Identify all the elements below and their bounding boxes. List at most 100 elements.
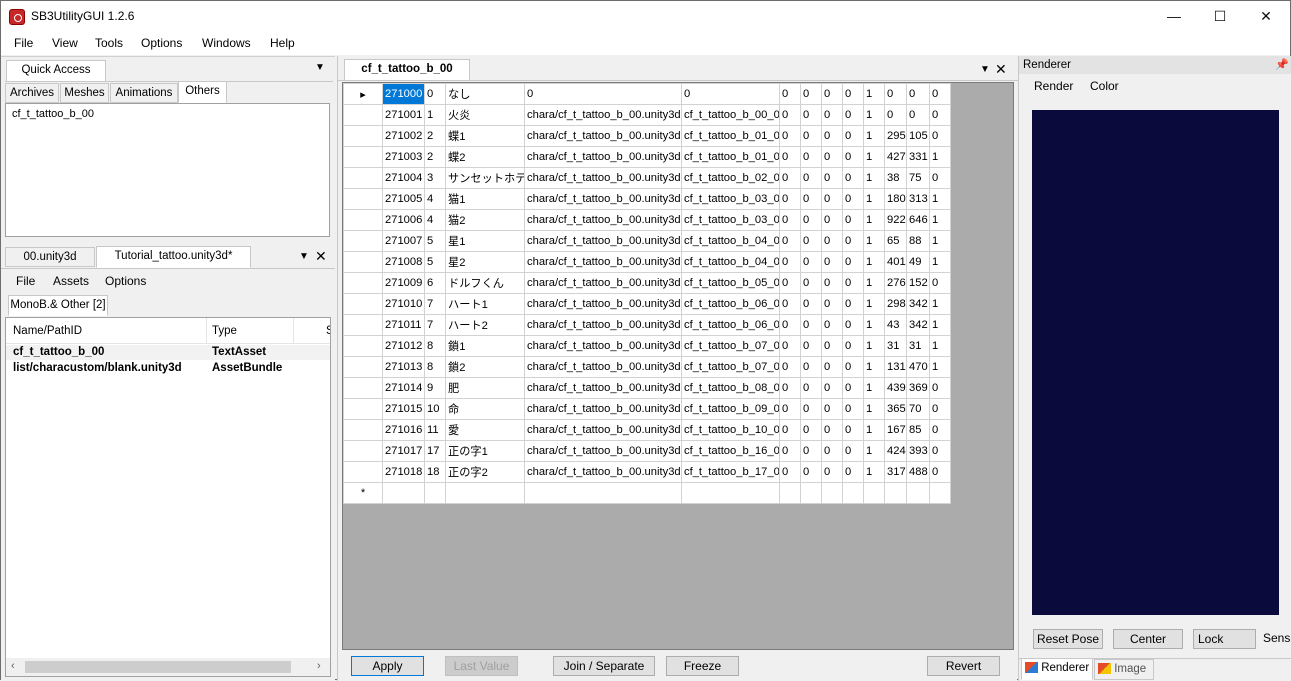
grid-cell[interactable]: 0: [800, 272, 822, 294]
grid-cell[interactable]: 0: [821, 398, 843, 420]
list-item[interactable]: cf_t_tattoo_b_00: [12, 108, 94, 120]
grid-cell[interactable]: cf_t_tattoo_b_09_00: [681, 398, 780, 420]
grid-cell[interactable]: 10: [424, 398, 446, 420]
grid-cell[interactable]: 5: [424, 230, 446, 252]
grid-cell[interactable]: 0: [821, 335, 843, 357]
grid-cell[interactable]: 43: [884, 314, 907, 336]
grid-cell[interactable]: 31: [906, 335, 930, 357]
row-header[interactable]: [343, 440, 383, 462]
minimize-button[interactable]: —: [1151, 1, 1197, 32]
grid-cell[interactable]: 0: [884, 83, 907, 105]
tab-quick-access[interactable]: Quick Access: [6, 60, 106, 82]
table-row[interactable]: 271003 2 蝶2 chara/cf_t_tattoo_b_00.unity3d c…: [343, 146, 951, 168]
pin-icon[interactable]: 📌: [1275, 58, 1289, 71]
grid-cell[interactable]: 1: [863, 167, 885, 189]
grid-cell[interactable]: [800, 482, 822, 504]
grid-cell[interactable]: chara/cf_t_tattoo_b_00.unity3d: [524, 398, 682, 420]
grid-cell[interactable]: 0: [821, 419, 843, 441]
grid-cell[interactable]: 1: [863, 251, 885, 273]
grid-cell[interactable]: 1: [929, 146, 951, 168]
grid-cell[interactable]: cf_t_tattoo_b_06_00: [681, 314, 780, 336]
scrollbar-thumb[interactable]: [25, 661, 291, 673]
grid-cell[interactable]: 342: [906, 314, 930, 336]
grid-cell[interactable]: cf_t_tattoo_b_03_00: [681, 188, 780, 210]
grid-cell[interactable]: 0: [929, 272, 951, 294]
grid-cell[interactable]: 0: [779, 440, 801, 462]
revert-button[interactable]: Revert: [927, 656, 1000, 676]
grid-cell[interactable]: 正の字2: [445, 461, 525, 483]
grid-cell[interactable]: [382, 482, 425, 504]
grid-cell[interactable]: 0: [842, 251, 864, 273]
renderer-viewport[interactable]: [1032, 110, 1279, 615]
subtab-animations[interactable]: Animations: [110, 83, 178, 103]
grid-cell[interactable]: 331: [906, 146, 930, 168]
grid-cell[interactable]: 0: [929, 104, 951, 126]
grid-cell[interactable]: 0: [779, 461, 801, 483]
grid-cell[interactable]: 1: [929, 209, 951, 231]
grid-cell[interactable]: cf_t_tattoo_b_07_00: [681, 335, 780, 357]
grid-cell[interactable]: 0: [800, 146, 822, 168]
row-header[interactable]: [343, 293, 383, 315]
table-row[interactable]: 2710043サンセットホテルchara/cf_t_tattoo_b_00.un…: [343, 167, 951, 189]
table-row[interactable]: 271001 1 火炎 chara/cf_t_tattoo_b_00.unity3d c…: [343, 104, 951, 126]
grid-cell[interactable]: 火炎: [445, 104, 525, 126]
grid-cell[interactable]: 0: [779, 398, 801, 420]
grid-cell[interactable]: cf_t_tattoo_b_02_00: [681, 167, 780, 189]
grid-cell[interactable]: 298: [884, 293, 907, 315]
column-header-type[interactable]: Type: [212, 325, 237, 337]
grid-cell[interactable]: 0: [800, 461, 822, 483]
grid-cell[interactable]: 18: [424, 461, 446, 483]
grid-cell[interactable]: [863, 482, 885, 504]
grid-cell[interactable]: 88: [906, 230, 930, 252]
freeze-button[interactable]: Freeze: [666, 656, 739, 676]
grid-cell[interactable]: cf_t_tattoo_b_17_00: [681, 461, 780, 483]
file-menu-file[interactable]: File: [16, 274, 35, 288]
menu-options[interactable]: Options: [141, 36, 182, 50]
row-header[interactable]: [343, 335, 383, 357]
grid-cell[interactable]: 0: [842, 146, 864, 168]
grid-cell[interactable]: 0: [821, 125, 843, 147]
grid-cell[interactable]: 0: [842, 293, 864, 315]
grid-cell[interactable]: 0: [842, 272, 864, 294]
grid-cell[interactable]: 7: [424, 293, 446, 315]
grid-cell[interactable]: 9: [424, 377, 446, 399]
grid-cell[interactable]: 0: [821, 377, 843, 399]
grid-cell[interactable]: 271018: [382, 461, 425, 483]
maximize-button[interactable]: ☐: [1197, 1, 1243, 32]
grid-cell[interactable]: cf_t_tattoo_b_01_01: [681, 146, 780, 168]
row-header[interactable]: [343, 146, 383, 168]
grid-cell[interactable]: 271017: [382, 440, 425, 462]
row-header[interactable]: [343, 104, 383, 126]
grid-cell[interactable]: 0: [842, 314, 864, 336]
grid-cell[interactable]: 1: [929, 251, 951, 273]
grid-cell[interactable]: 2: [424, 146, 446, 168]
grid-cell[interactable]: 1: [863, 125, 885, 147]
grid-cell[interactable]: なし: [445, 83, 525, 105]
grid-cell[interactable]: 0: [842, 440, 864, 462]
grid-cell[interactable]: 17: [424, 440, 446, 462]
grid-cell[interactable]: 0: [929, 167, 951, 189]
grid-cell[interactable]: chara/cf_t_tattoo_b_00.unity3d: [524, 125, 682, 147]
grid-cell[interactable]: cf_t_tattoo_b_06_00: [681, 293, 780, 315]
grid-cell[interactable]: 0: [800, 293, 822, 315]
grid-cell[interactable]: cf_t_tattoo_b_10_00: [681, 419, 780, 441]
grid-cell[interactable]: 0: [681, 83, 780, 105]
grid-cell[interactable]: 0: [800, 251, 822, 273]
grid-cell[interactable]: 猫1: [445, 188, 525, 210]
grid-cell[interactable]: 488: [906, 461, 930, 483]
grid-cell[interactable]: cf_t_tattoo_b_00_00: [681, 104, 780, 126]
row-header[interactable]: [343, 419, 383, 441]
pane-menu-chevron-icon[interactable]: ▼: [980, 64, 990, 75]
grid-cell[interactable]: 0: [779, 230, 801, 252]
grid-cell[interactable]: chara/cf_t_tattoo_b_00.unity3d: [524, 461, 682, 483]
grid-cell[interactable]: 0: [800, 377, 822, 399]
grid-cell[interactable]: 0: [800, 419, 822, 441]
grid-cell[interactable]: 1: [863, 230, 885, 252]
horizontal-scrollbar[interactable]: ‹ ›: [6, 658, 330, 676]
grid-cell[interactable]: 271014: [382, 377, 425, 399]
table-row[interactable]: 271009 6 ドルフくん chara/cf_t_tattoo_b_00.unity…: [343, 272, 951, 294]
grid-cell[interactable]: 鎖2: [445, 356, 525, 378]
grid-cell[interactable]: cf_t_tattoo_b_04_00: [681, 251, 780, 273]
grid-cell[interactable]: 1: [863, 419, 885, 441]
grid-cell[interactable]: chara/cf_t_tattoo_b_00.unity3d: [524, 230, 682, 252]
